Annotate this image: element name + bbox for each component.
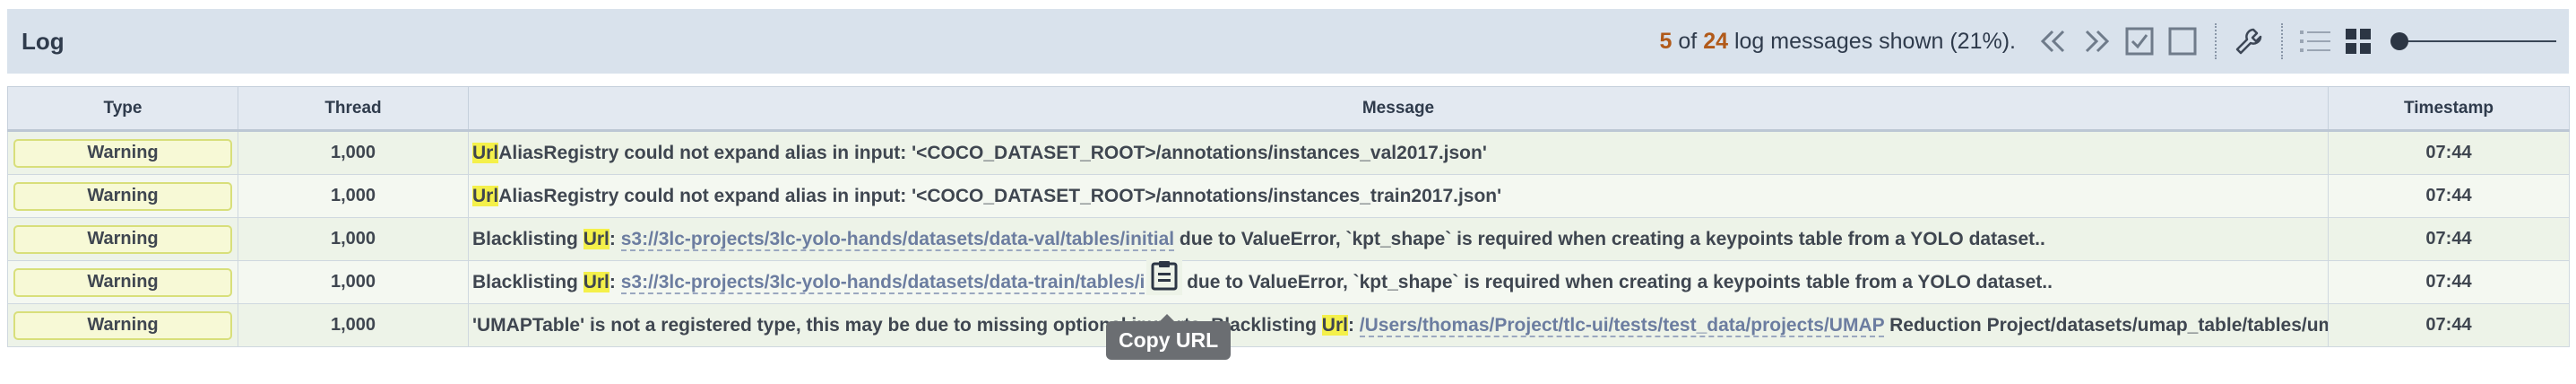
table-row[interactable]: Warning 1,000 UrlAliasRegistry could not… (7, 174, 2570, 218)
message-text: : (1347, 314, 1360, 336)
thread-cell: 1,000 (238, 260, 469, 304)
warning-badge: Warning (13, 224, 232, 254)
panel-title: Log (22, 27, 65, 55)
message-suffix: due to ValueError, `kpt_shape` is requir… (1174, 228, 2045, 249)
toolbar-divider (2281, 23, 2283, 59)
message-prefix: Blacklisting (472, 228, 583, 249)
search-highlight: Url (472, 185, 499, 206)
thread-cell: 1,000 (238, 130, 469, 175)
message-cell: 'UMAPTable' is not a registered type, th… (468, 303, 2329, 347)
type-cell: Warning (7, 303, 238, 347)
wrench-icon[interactable] (2232, 24, 2266, 58)
table-header-row: Type Thread Message Timestamp (7, 86, 2570, 132)
warning-badge: Warning (13, 138, 232, 168)
message-suffix: due to ValueError, `kpt_shape` is requir… (1145, 271, 2053, 292)
search-highlight: Url (583, 271, 609, 292)
column-header-timestamp[interactable]: Timestamp (2328, 86, 2570, 132)
search-highlight: Url (583, 228, 609, 249)
message-cell: Blacklisting Url: s3://3lc-projects/3lc-… (468, 260, 2329, 304)
list-view-icon[interactable] (2298, 24, 2332, 58)
timestamp-cell: 07:44 (2328, 260, 2570, 304)
shown-count: 5 (1659, 28, 1673, 54)
timestamp-cell: 07:44 (2328, 174, 2570, 218)
thread-cell: 1,000 (238, 303, 469, 347)
message-cell: Blacklisting Url: s3://3lc-projects/3lc-… (468, 217, 2329, 261)
checkbox-checked-icon[interactable] (2122, 24, 2157, 58)
copy-url-tooltip: Copy URL (1106, 314, 1232, 360)
checkbox-empty-icon[interactable] (2165, 24, 2200, 58)
thread-cell: 1,000 (238, 217, 469, 261)
type-cell: Warning (7, 174, 238, 218)
chevrons-left-icon[interactable] (2036, 24, 2070, 58)
chevrons-right-icon[interactable] (2079, 24, 2114, 58)
count-suffix: log messages shown (21%). (1733, 28, 2016, 54)
column-header-message[interactable]: Message (468, 86, 2329, 132)
message-text: AliasRegistry could not expand alias in … (498, 142, 1487, 163)
warning-badge: Warning (13, 267, 232, 297)
log-panel: Log 5 of 24 log messages shown (21%). Ty… (7, 9, 2570, 347)
type-cell: Warning (7, 217, 238, 261)
timestamp-cell: 07:44 (2328, 303, 2570, 347)
column-header-thread[interactable]: Thread (238, 86, 469, 132)
table-row[interactable]: Warning 1,000 'UMAPTable' is not a regis… (7, 303, 2570, 347)
slider-track (2398, 40, 2556, 42)
warning-badge: Warning (13, 181, 232, 211)
timestamp-cell: 07:44 (2328, 217, 2570, 261)
message-text: : (609, 228, 621, 249)
message-text: : (609, 271, 621, 292)
copy-url-button[interactable] (1146, 259, 1182, 295)
type-cell: Warning (7, 130, 238, 175)
clipboard-icon (1149, 259, 1180, 296)
of-text: of (1678, 28, 1698, 54)
column-header-type[interactable]: Type (7, 86, 238, 132)
slider-knob[interactable] (2390, 32, 2408, 50)
message-count: 5 of 24 log messages shown (21%). (1660, 29, 2016, 55)
message-cell: UrlAliasRegistry could not expand alias … (468, 174, 2329, 218)
thumbnail-size-slider[interactable] (2390, 24, 2556, 58)
message-cell: UrlAliasRegistry could not expand alias … (468, 130, 2329, 175)
search-highlight: Url (472, 142, 499, 163)
log-header: Log 5 of 24 log messages shown (21%). (7, 9, 2569, 74)
grid-view-icon[interactable] (2341, 24, 2375, 58)
url-link[interactable]: s3://3lc-projects/3lc-yolo-hands/dataset… (620, 228, 1175, 251)
timestamp-cell: 07:44 (2328, 130, 2570, 175)
table-row[interactable]: Warning 1,000 Blacklisting Url: s3://3lc… (7, 217, 2570, 261)
message-text: AliasRegistry could not expand alias in … (498, 185, 1502, 206)
table-row[interactable]: Warning 1,000 UrlAliasRegistry could not… (7, 130, 2570, 175)
total-count: 24 (1703, 28, 1728, 54)
url-link[interactable]: s3://3lc-projects/3lc-yolo-hands/dataset… (620, 271, 1145, 294)
search-highlight: Url (1321, 314, 1348, 336)
url-link[interactable]: /Users/thomas/Project/tlc-ui/tests/test_… (1359, 314, 1885, 337)
message-prefix: Blacklisting (472, 271, 583, 292)
warning-badge: Warning (13, 310, 232, 340)
thread-cell: 1,000 (238, 174, 469, 218)
toolbar-divider (2215, 23, 2217, 59)
type-cell: Warning (7, 260, 238, 304)
log-table: Type Thread Message Timestamp Warning 1,… (7, 86, 2570, 347)
table-row[interactable]: Warning 1,000 Blacklisting Url: s3://3lc… (7, 260, 2570, 304)
message-suffix: Reduction Project/datasets/umap_table/ta… (1884, 314, 2329, 336)
